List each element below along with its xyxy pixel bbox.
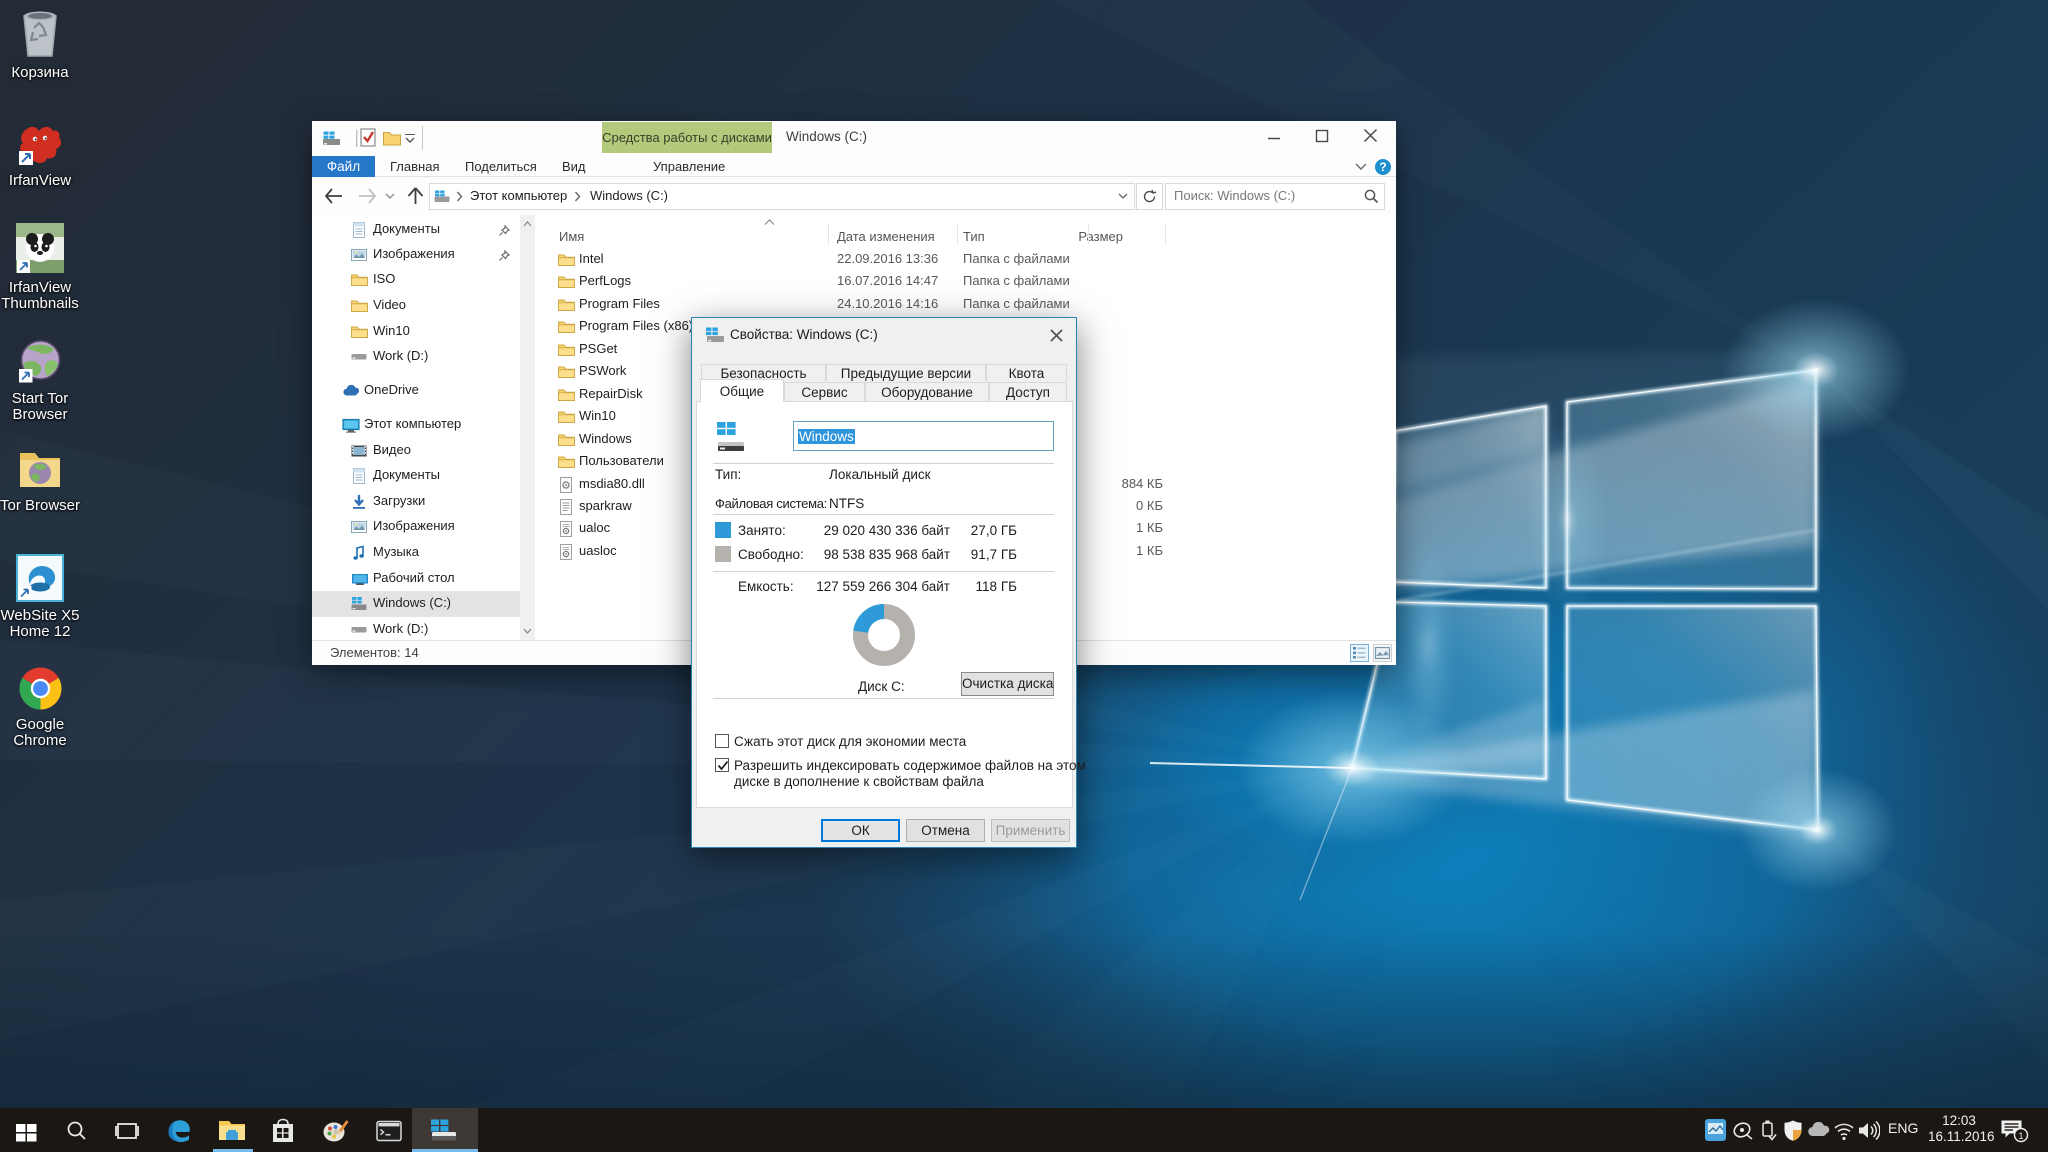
svg-text:1: 1 — [2018, 1131, 2023, 1141]
